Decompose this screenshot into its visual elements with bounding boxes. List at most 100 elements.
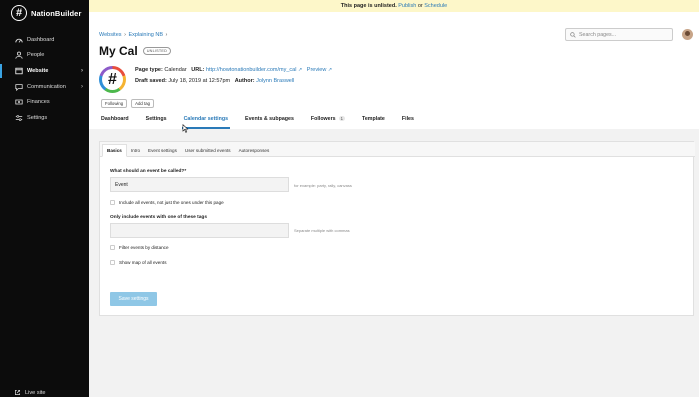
- sidebar-item-communication[interactable]: Communication ›: [0, 79, 89, 95]
- show-map-row: Show map of all events: [110, 260, 167, 265]
- include-all-events-checkbox[interactable]: [110, 200, 115, 205]
- add-tag-button[interactable]: Add tag: [131, 99, 154, 108]
- preview-link[interactable]: Preview: [307, 67, 327, 73]
- external-link-icon: [15, 390, 20, 395]
- tab-settings[interactable]: Settings: [146, 116, 167, 141]
- mouse-pointer-icon: [182, 124, 189, 133]
- tags-label: Only include events with one of these ta…: [110, 215, 208, 220]
- tags-hint: Separate multiple with commas: [294, 228, 350, 233]
- page-type-value: Calendar: [164, 67, 187, 73]
- banner-or: or: [417, 3, 423, 9]
- event-name-label: What should an event be called?*: [110, 169, 187, 174]
- tags-field[interactable]: [110, 223, 289, 238]
- tab-events-subpages[interactable]: Events & subpages: [245, 116, 294, 141]
- sidebar-item-people[interactable]: People: [0, 48, 89, 64]
- banner-text: This page is unlisted.: [340, 3, 397, 9]
- tab-template[interactable]: Template: [362, 116, 385, 141]
- page-meta-type-url: Page type: Calendar URL: http://howtonat…: [135, 67, 332, 73]
- page-header: Websites › Explaining NB › Search pages.…: [89, 12, 699, 129]
- schedule-link[interactable]: Schedule: [424, 3, 447, 9]
- unlisted-banner: This page is unlisted. Publish or Schedu…: [89, 0, 699, 12]
- tab-label: Events & subpages: [245, 116, 294, 122]
- sidebar-item-finances[interactable]: Finances: [0, 94, 89, 110]
- chevron-right-icon: ›: [81, 67, 83, 74]
- search-input[interactable]: Search pages...: [565, 28, 673, 41]
- sidebar-item-label: Finances: [27, 99, 50, 106]
- brand-name: NationBuilder: [31, 8, 82, 18]
- sub-tab-autoresponses[interactable]: Autoresponses: [235, 143, 274, 156]
- url-label: URL:: [191, 67, 205, 73]
- page-type-label: Page type:: [135, 67, 163, 73]
- sidebar-nav: Dashboard People Website › Communication…: [0, 32, 89, 126]
- tab-label: Followers: [310, 116, 336, 122]
- page-title-text: My Cal: [99, 44, 138, 58]
- sub-tab-event-settings[interactable]: Event settings: [144, 143, 181, 156]
- include-all-events-label: Include all events, not just the ones un…: [119, 200, 224, 205]
- live-site-link[interactable]: Live site: [14, 389, 46, 396]
- include-all-events-row: Include all events, not just the ones un…: [110, 200, 224, 205]
- chevron-right-icon: ›: [165, 32, 168, 38]
- page-meta-draft: Draft saved: July 18, 2019 at 12:57pm Au…: [135, 78, 294, 84]
- sub-tab-user-submitted-events[interactable]: User submitted events: [181, 143, 235, 156]
- event-name-value: Event: [115, 181, 128, 188]
- search-icon: [570, 31, 576, 38]
- chevron-right-icon: ›: [81, 83, 83, 90]
- avatar[interactable]: [682, 29, 693, 40]
- sidebar-item-label: Settings: [27, 114, 48, 121]
- page-actions: Following Add tag: [101, 99, 154, 108]
- breadcrumb-websites[interactable]: Websites: [99, 32, 122, 38]
- tab-label: Dashboard: [101, 116, 129, 122]
- breadcrumb: Websites › Explaining NB ›: [99, 32, 168, 38]
- tab-label: Settings: [145, 116, 167, 122]
- dashboard-icon: [14, 35, 23, 44]
- sub-tab-basics[interactable]: Basics: [102, 144, 127, 157]
- sidebar: # NationBuilder Dashboard People Website…: [0, 0, 89, 397]
- tab-calendar-settings[interactable]: Calendar settings: [181, 116, 231, 141]
- live-site-label: Live site: [25, 389, 46, 396]
- save-settings-button[interactable]: Save settings: [110, 292, 157, 306]
- external-link-icon: ↗: [327, 67, 333, 73]
- page-tabs: Dashboard Settings Calendar settings Eve…: [101, 116, 431, 141]
- filter-distance-label: Filter events by distance: [119, 245, 169, 250]
- following-button[interactable]: Following: [101, 99, 128, 108]
- page-title: My Cal UNLISTED: [99, 44, 172, 58]
- tab-files[interactable]: Files: [402, 116, 414, 141]
- author-label: Author:: [234, 78, 255, 84]
- show-map-checkbox[interactable]: [110, 260, 115, 265]
- author-link[interactable]: Jolynn Braswell: [256, 78, 294, 84]
- tab-label: Template: [361, 116, 385, 122]
- sub-tabs: Basics Intro Event settings User submitt…: [100, 142, 695, 157]
- people-icon: [14, 51, 23, 60]
- main-area: This page is unlisted. Publish or Schedu…: [89, 0, 699, 397]
- sidebar-item-settings[interactable]: Settings: [0, 110, 89, 126]
- sidebar-item-label: Website: [27, 67, 49, 74]
- sub-tab-intro[interactable]: Intro: [127, 143, 144, 156]
- website-icon: [14, 66, 23, 75]
- communication-icon: [14, 82, 23, 91]
- settings-icon: [14, 113, 23, 122]
- draft-date: July 18, 2019 at 12:57pm: [168, 78, 231, 84]
- event-name-field[interactable]: Event: [110, 177, 289, 192]
- page-logo-hash: #: [102, 69, 123, 90]
- nationbuilder-logo-icon: #: [11, 5, 27, 21]
- settings-panel: Basics Intro Event settings User submitt…: [99, 141, 695, 316]
- tab-followers[interactable]: Followers 1: [311, 116, 345, 141]
- tab-label: Calendar settings: [183, 116, 229, 122]
- sidebar-item-dashboard[interactable]: Dashboard: [0, 32, 89, 48]
- filter-distance-row: Filter events by distance: [110, 245, 169, 250]
- page-url-link[interactable]: http://howtonationbuilder.com/my_cal: [206, 67, 297, 73]
- draft-label: Draft saved:: [135, 78, 167, 84]
- breadcrumb-explaining-nb[interactable]: Explaining NB: [128, 32, 163, 38]
- search-placeholder: Search pages...: [579, 31, 617, 38]
- brand[interactable]: # NationBuilder: [11, 5, 81, 21]
- sidebar-item-label: Communication: [27, 83, 66, 90]
- tab-label: Files: [401, 116, 414, 122]
- tab-dashboard[interactable]: Dashboard: [101, 116, 129, 141]
- sidebar-item-website[interactable]: Website ›: [0, 63, 89, 79]
- publish-link[interactable]: Publish: [398, 3, 416, 9]
- filter-distance-checkbox[interactable]: [110, 245, 115, 250]
- sidebar-item-label: Dashboard: [27, 36, 55, 43]
- external-link-icon: ↗: [297, 67, 303, 73]
- page-logo: #: [99, 66, 126, 93]
- followers-count-badge: 1: [338, 116, 345, 121]
